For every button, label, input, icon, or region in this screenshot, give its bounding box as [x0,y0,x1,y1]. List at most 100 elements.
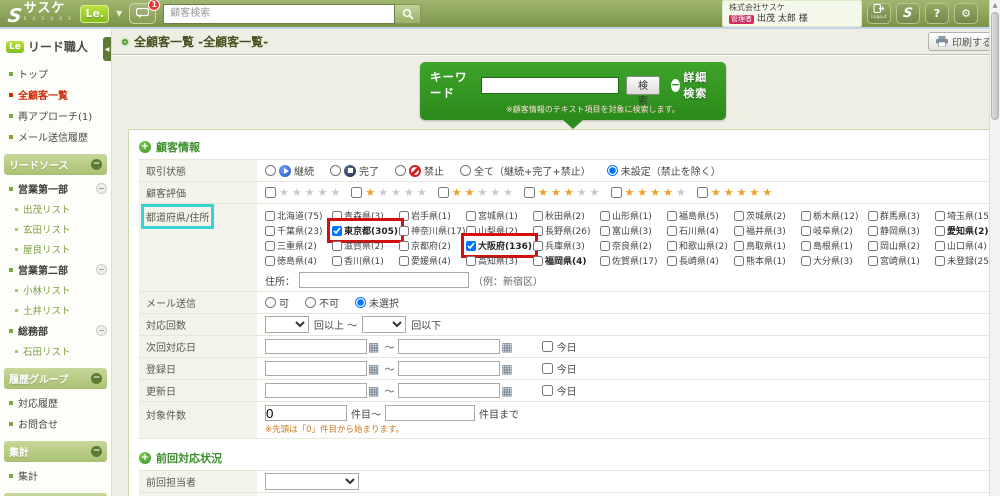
sidebar-item[interactable]: 石田リスト [0,341,111,361]
checkbox-input[interactable] [600,256,610,266]
address-input[interactable] [299,272,469,288]
prefecture-option[interactable]: 秋田県(2) [533,208,600,223]
sidebar-item[interactable]: メール送信履歴 [0,126,111,147]
checkbox-input[interactable] [399,226,409,236]
prefecture-option[interactable]: 島根県(1) [801,238,868,253]
prefecture-option[interactable]: 山梨県(2) [466,223,533,238]
checkbox-input[interactable] [466,256,476,266]
prefecture-option[interactable]: 茨城県(2) [734,208,801,223]
sidebar-item[interactable]: 玄田リスト [0,219,111,239]
checkbox-input[interactable] [533,226,543,236]
detail-search-toggle[interactable]: − 詳細検索 [671,69,716,101]
collapse-minus-icon[interactable]: − [91,159,102,170]
prefecture-option[interactable]: 青森県(3) [332,208,399,223]
prefecture-option[interactable]: 神奈川県(17) [399,223,466,238]
sidebar-item[interactable]: 集計 [0,465,111,486]
checkbox-input[interactable] [734,256,744,266]
prefecture-option[interactable]: 栃木県(12) [801,208,868,223]
keyword-input[interactable] [481,77,619,94]
prefecture-option[interactable]: 愛媛県(4) [399,253,466,268]
prefecture-option[interactable]: 三重県(2) [265,238,332,253]
prefecture-option[interactable]: 鳥取県(1) [734,238,801,253]
checkbox-input[interactable] [935,256,945,266]
radio-input[interactable] [355,297,366,308]
sidebar-item[interactable]: 小林リスト [0,280,111,300]
calendar-icon[interactable]: ▦ [368,341,379,353]
checkbox-input[interactable] [265,187,276,198]
settings-button[interactable]: ⚙ [954,3,978,24]
sidebar-item[interactable]: 出茂リスト [0,199,111,219]
checkbox-input[interactable] [265,256,275,266]
chevron-down-icon[interactable]: ▼ [116,9,122,18]
sidebar-item[interactable]: 対応履歴 [0,392,111,413]
calendar-icon[interactable]: ▦ [368,363,379,375]
prefecture-option[interactable]: 高知県(3) [466,253,533,268]
sidebar-section-header[interactable]: 集計− [4,441,107,462]
radio-input[interactable] [607,165,618,176]
prefecture-option[interactable]: 大阪府(136) [466,238,533,253]
checkbox-input[interactable] [868,256,878,266]
collapse-minus-icon[interactable]: − [91,446,102,457]
section-plus-icon[interactable]: + [139,141,151,153]
transaction-option[interactable]: 未設定（禁止を除く） [607,163,721,178]
prefecture-option[interactable]: 宮崎県(1) [868,253,935,268]
rating-option-1-stars[interactable]: ★★★★★ [351,186,426,199]
app-logo[interactable]: S サスケ S A S U K E [8,4,73,24]
prefecture-option[interactable]: 佐賀県(17) [600,253,667,268]
checkbox-input[interactable] [801,226,811,236]
collapse-minus-icon[interactable]: − [96,264,107,275]
checkbox-input[interactable] [351,187,362,198]
prefecture-option[interactable]: 福岡県(4) [533,253,600,268]
mail-option[interactable]: 未選択 [355,295,399,310]
radio-input[interactable] [265,165,276,176]
sidebar-item[interactable]: 営業第一部− [0,178,111,199]
scrollbar-thumb[interactable] [991,12,999,120]
checkbox-input[interactable] [399,256,409,266]
checkbox-input[interactable] [399,241,409,251]
prefecture-option[interactable]: 石川県(4) [667,223,734,238]
radio-input[interactable] [460,165,471,176]
checkbox-input[interactable] [935,211,945,221]
checkbox-input[interactable] [533,211,543,221]
checkbox-input[interactable] [868,241,878,251]
date-input[interactable] [265,361,367,376]
sidebar-item[interactable]: 全顧客一覧 [0,84,111,105]
collapse-minus-icon[interactable]: − [91,373,102,384]
checkbox-input[interactable] [524,187,535,198]
le-badge[interactable]: Le. [80,5,109,23]
prefecture-option[interactable]: 富山県(3) [600,223,667,238]
checkbox-input[interactable] [600,211,610,221]
logout-button[interactable]: Logout [867,3,891,24]
prefecture-option[interactable]: 京都府(2) [399,238,466,253]
sidebar-section-header[interactable]: リードソース− [4,154,107,175]
checkbox-input[interactable] [438,187,449,198]
prefecture-option[interactable]: 岩手県(1) [399,208,466,223]
prefecture-option[interactable]: 山形県(1) [600,208,667,223]
rating-option-0-stars[interactable]: ★★★★★ [265,186,340,199]
prefecture-option[interactable]: 静岡県(3) [868,223,935,238]
today-checkbox[interactable]: 今日 [542,383,577,398]
checkbox-input[interactable] [533,256,543,266]
mail-option[interactable]: 可 [265,295,289,310]
radio-input[interactable] [265,297,276,308]
checkbox-input[interactable] [399,211,409,221]
checkbox-input[interactable] [265,226,275,236]
radio-input[interactable] [395,165,406,176]
sidebar-section-header[interactable]: 履歴グループ− [4,368,107,389]
section-plus-icon[interactable]: + [139,452,151,464]
count-from-select[interactable] [265,316,309,333]
radio-input[interactable] [305,297,316,308]
date-input[interactable] [265,339,367,354]
checkbox-input[interactable] [265,241,275,251]
prefecture-option[interactable]: 兵庫県(3) [533,238,600,253]
checkbox-input[interactable] [542,363,553,374]
checkbox-input[interactable] [667,226,677,236]
checkbox-input[interactable] [533,241,543,251]
prefecture-option[interactable]: 宮城県(1) [466,208,533,223]
checkbox-input[interactable] [801,211,811,221]
transaction-option[interactable]: 完了 [330,163,379,178]
checkbox-input[interactable] [466,241,476,251]
checkbox-input[interactable] [542,341,553,352]
checkbox-input[interactable] [542,385,553,396]
prev-staff-select[interactable] [265,473,359,490]
